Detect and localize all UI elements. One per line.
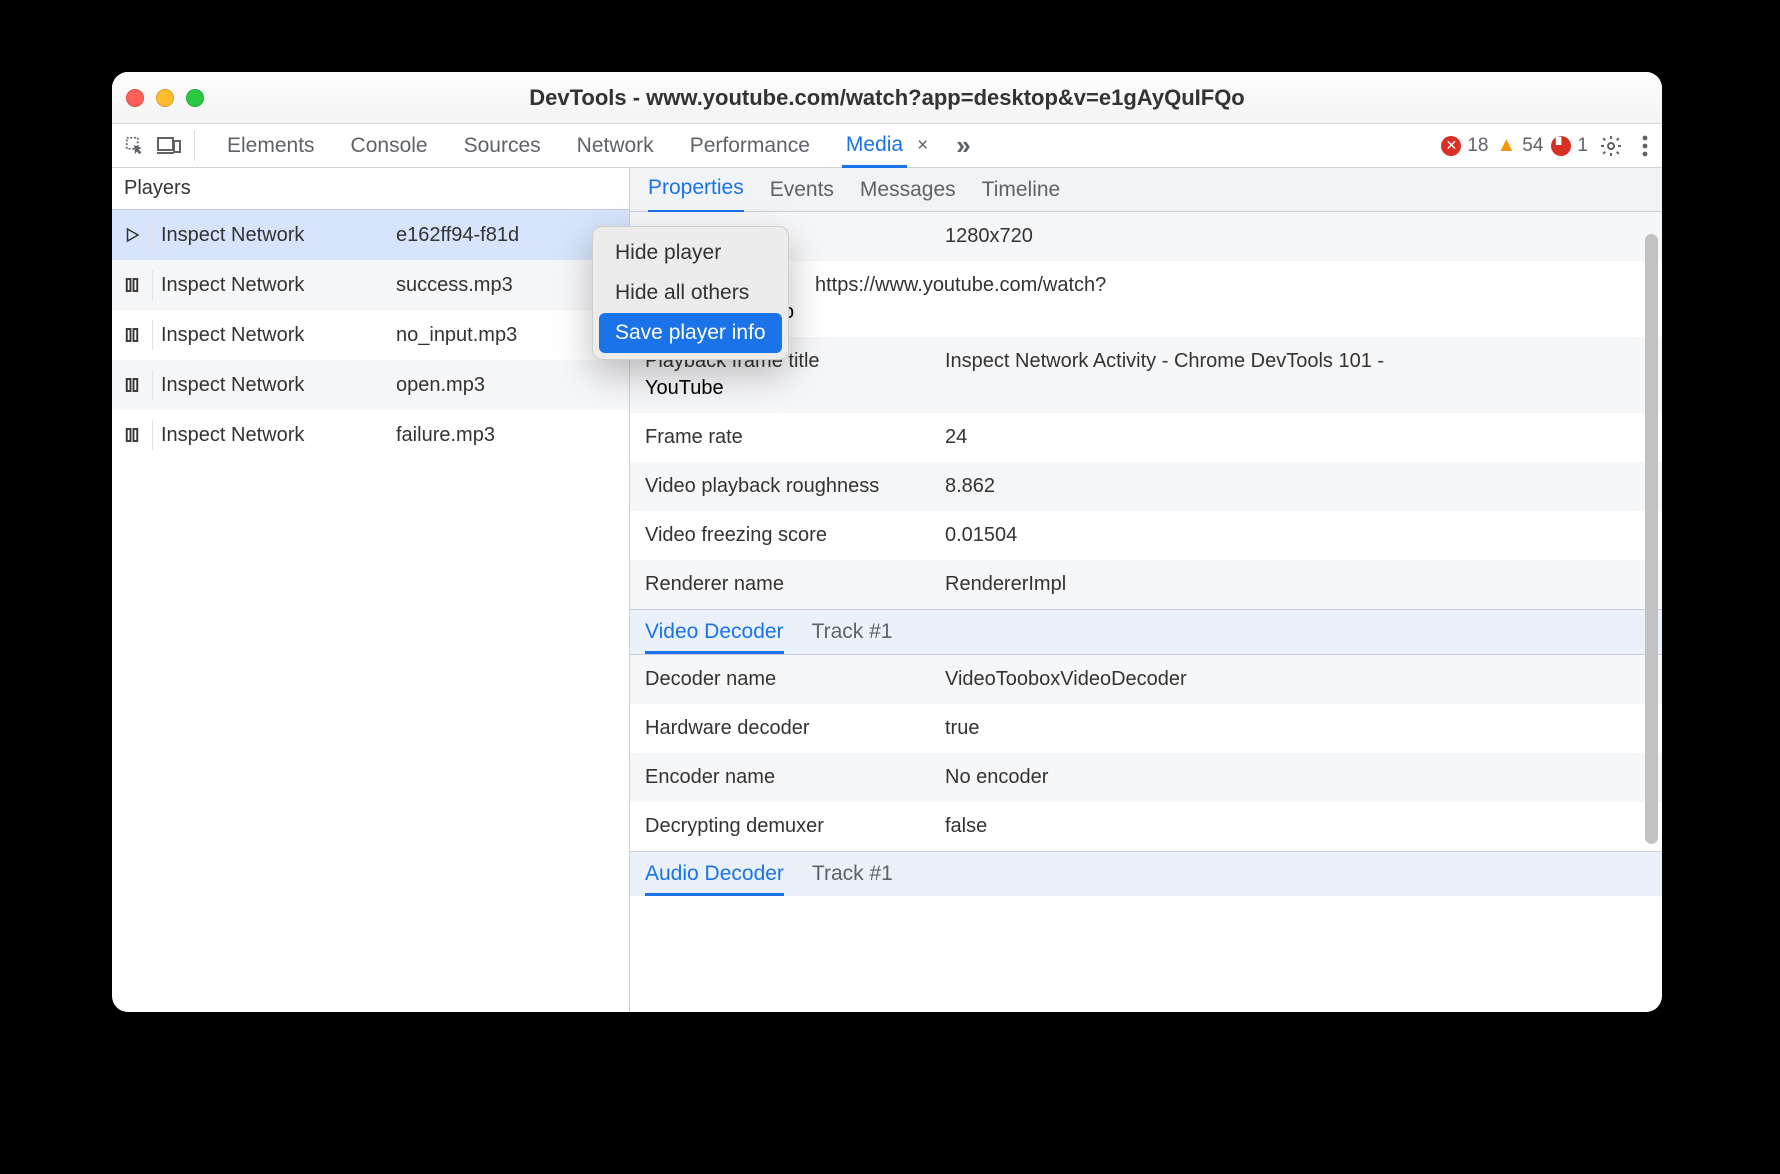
- user-badge[interactable]: ▘ 1: [1551, 135, 1588, 157]
- video-decoder-track[interactable]: Track #1: [812, 620, 893, 644]
- error-icon: ✕: [1441, 136, 1461, 156]
- player-row[interactable]: Inspect Networkfailure.mp3: [112, 410, 629, 460]
- tab-performance[interactable]: Performance: [686, 134, 814, 158]
- player-row-file: open.mp3: [396, 374, 629, 397]
- errors-badge[interactable]: ✕ 18: [1441, 135, 1488, 157]
- player-row[interactable]: Inspect Networkno_input.mp3: [112, 310, 629, 360]
- device-toolbar-icon[interactable]: [152, 129, 186, 163]
- minimize-window-icon[interactable]: [156, 89, 174, 107]
- user-count: 1: [1577, 135, 1588, 157]
- audio-decoder-track[interactable]: Track #1: [812, 862, 893, 886]
- devtools-window: DevTools - www.youtube.com/watch?app=des…: [112, 72, 1662, 1012]
- media-panel: Players Inspect Networke162ff94-f81dInsp…: [112, 168, 1662, 1012]
- inspect-element-icon[interactable]: [118, 129, 152, 163]
- prop-key: Frame rate: [645, 426, 945, 449]
- status-badges: ✕ 18 ▲ 54 ▘ 1: [1441, 134, 1588, 157]
- prop-hw-value: true: [945, 717, 1647, 740]
- prop-key: Renderer name: [645, 573, 945, 596]
- players-pane: Players Inspect Networke162ff94-f81dInsp…: [112, 168, 630, 1012]
- traffic-lights: [126, 89, 204, 107]
- pause-icon: [112, 326, 152, 344]
- tab-sources[interactable]: Sources: [460, 134, 545, 158]
- warnings-count: 54: [1522, 135, 1543, 157]
- scrollbar[interactable]: [1645, 228, 1658, 996]
- ctx-hide-others[interactable]: Hide all others: [599, 273, 782, 313]
- audio-decoder-tab[interactable]: Audio Decoder: [645, 862, 784, 896]
- video-decoder-section: Video Decoder Track #1: [630, 609, 1662, 655]
- warnings-badge[interactable]: ▲ 54: [1496, 134, 1543, 157]
- player-row-name: Inspect Network: [161, 274, 396, 297]
- titlebar: DevTools - www.youtube.com/watch?app=des…: [112, 72, 1662, 124]
- panel-tabs: Elements Console Sources Network Perform…: [203, 130, 967, 161]
- maximize-window-icon[interactable]: [186, 89, 204, 107]
- prop-encoder-value: No encoder: [945, 766, 1647, 789]
- tab-console[interactable]: Console: [347, 134, 432, 158]
- players-header: Players: [112, 168, 629, 210]
- prop-resolution-value: 1280x720: [945, 225, 1647, 248]
- play-icon: [112, 226, 152, 244]
- prop-renderer-value: RendererImpl: [945, 573, 1647, 596]
- warning-icon: ▲: [1496, 134, 1516, 157]
- detail-tab-events[interactable]: Events: [770, 178, 834, 202]
- tabs-overflow-icon[interactable]: »: [956, 130, 966, 161]
- settings-icon[interactable]: [1594, 129, 1628, 163]
- tab-close-icon[interactable]: ×: [917, 135, 928, 157]
- pause-icon: [112, 426, 152, 444]
- prop-key: Decoder name: [645, 668, 945, 691]
- ctx-save-player-info[interactable]: Save player info: [599, 313, 782, 353]
- prop-demuxer-value: false: [945, 815, 1647, 838]
- tab-media[interactable]: Media: [842, 133, 907, 168]
- context-menu: Hide player Hide all others Save player …: [592, 226, 789, 360]
- player-row-name: Inspect Network: [161, 324, 396, 347]
- prop-key: Hardware decoder: [645, 717, 945, 740]
- prop-roughness-value: 8.862: [945, 475, 1647, 498]
- prop-framerate-value: 24: [945, 426, 1647, 449]
- video-decoder-tab[interactable]: Video Decoder: [645, 620, 784, 654]
- detail-tabs: Properties Events Messages Timeline: [630, 168, 1662, 212]
- window-title: DevTools - www.youtube.com/watch?app=des…: [112, 85, 1662, 111]
- close-window-icon[interactable]: [126, 89, 144, 107]
- prop-key: Video playback roughness: [645, 475, 945, 498]
- tab-network[interactable]: Network: [573, 134, 658, 158]
- pause-icon: [112, 276, 152, 294]
- detail-tab-messages[interactable]: Messages: [860, 178, 956, 202]
- prop-key: Video freezing score: [645, 524, 945, 547]
- pause-icon: [112, 376, 152, 394]
- errors-count: 18: [1467, 135, 1488, 157]
- player-row-file: failure.mp3: [396, 424, 629, 447]
- player-row-name: Inspect Network: [161, 424, 396, 447]
- more-icon[interactable]: [1628, 129, 1662, 163]
- prop-frame-url-value-cont: v=e1gAyQuIFQo: [645, 297, 1647, 324]
- detail-tab-timeline[interactable]: Timeline: [982, 178, 1061, 202]
- audio-decoder-section: Audio Decoder Track #1: [630, 851, 1662, 896]
- player-row[interactable]: Inspect Networkopen.mp3: [112, 360, 629, 410]
- tab-elements[interactable]: Elements: [223, 134, 319, 158]
- prop-decoder-name-value: VideoTooboxVideoDecoder: [945, 668, 1647, 691]
- prop-frame-title-value: Inspect Network Activity - Chrome DevToo…: [945, 350, 1647, 373]
- prop-key: Encoder name: [645, 766, 945, 789]
- devtools-tabbar: Elements Console Sources Network Perform…: [112, 124, 1662, 168]
- player-row-name: Inspect Network: [161, 374, 396, 397]
- prop-key: Decrypting demuxer: [645, 815, 945, 838]
- chat-icon: ▘: [1551, 136, 1571, 156]
- player-row[interactable]: Inspect Networke162ff94-f81d: [112, 210, 629, 260]
- prop-frame-title-value-cont: YouTube: [645, 373, 1647, 400]
- players-list: Inspect Networke162ff94-f81dInspect Netw…: [112, 210, 629, 460]
- detail-tab-properties[interactable]: Properties: [648, 176, 744, 213]
- prop-frame-url-value: https://www.youtube.com/watch?: [815, 274, 1647, 297]
- player-row-name: Inspect Network: [161, 224, 396, 247]
- ctx-hide-player[interactable]: Hide player: [599, 233, 782, 273]
- player-row[interactable]: Inspect Networksuccess.mp3: [112, 260, 629, 310]
- prop-freezing-value: 0.01504: [945, 524, 1647, 547]
